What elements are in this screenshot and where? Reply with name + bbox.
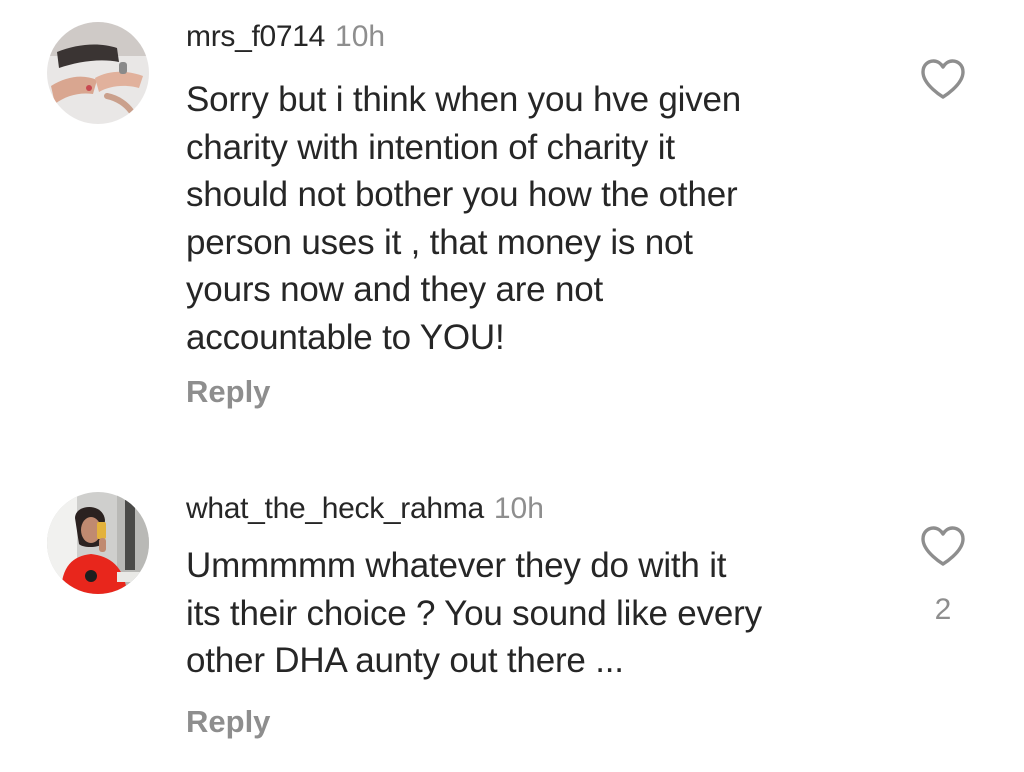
timestamp: 10h: [493, 492, 544, 525]
like-count[interactable]: 2: [918, 592, 968, 628]
timestamp: 10h: [335, 20, 386, 53]
comment-thread: mrs_f0714 10h Sorry but i think when you …: [0, 0, 1024, 772]
username[interactable]: what_the_heck_rahma: [186, 492, 484, 525]
avatar[interactable]: [47, 22, 149, 124]
like-button[interactable]: [918, 522, 968, 572]
comment-header: mrs_f0714 10h: [186, 18, 385, 61]
comment-text: Ummmmm whatever they do with it its thei…: [186, 546, 762, 680]
comment-text: Sorry but i think when you hve given cha…: [186, 80, 742, 357]
comment-header: what_the_heck_rahma 10h: [186, 490, 544, 533]
heart-outline-icon: [921, 59, 965, 99]
avatar-mirror-selfie-photo-icon: [47, 492, 149, 594]
like-button[interactable]: [918, 55, 968, 105]
avatar-hands-photo-icon: [47, 22, 149, 124]
reply-button[interactable]: Reply: [186, 702, 270, 742]
avatar[interactable]: [47, 492, 149, 594]
reply-button[interactable]: Reply: [186, 372, 270, 412]
heart-outline-icon: [921, 526, 965, 566]
username[interactable]: mrs_f0714: [186, 20, 325, 53]
